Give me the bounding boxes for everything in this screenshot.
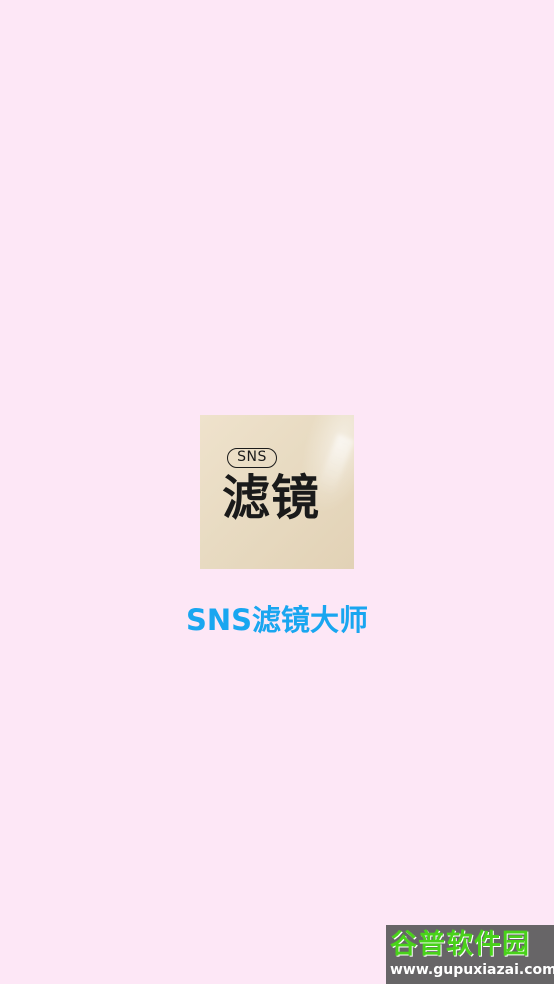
watermark: 谷普软件园 www.gupuxiazai.com (386, 925, 554, 984)
watermark-url: www.gupuxiazai.com (390, 962, 554, 978)
logo-title: 滤镜 (222, 470, 321, 526)
splash-screen: SNS 滤镜 SNS滤镜大师 谷普软件园 www.gupuxiazai.com (0, 0, 554, 984)
app-logo: SNS 滤镜 (200, 415, 354, 569)
watermark-title: 谷普软件园 (390, 929, 530, 960)
app-name: SNS滤镜大师 (185, 603, 369, 637)
logo-badge: SNS (227, 448, 277, 468)
